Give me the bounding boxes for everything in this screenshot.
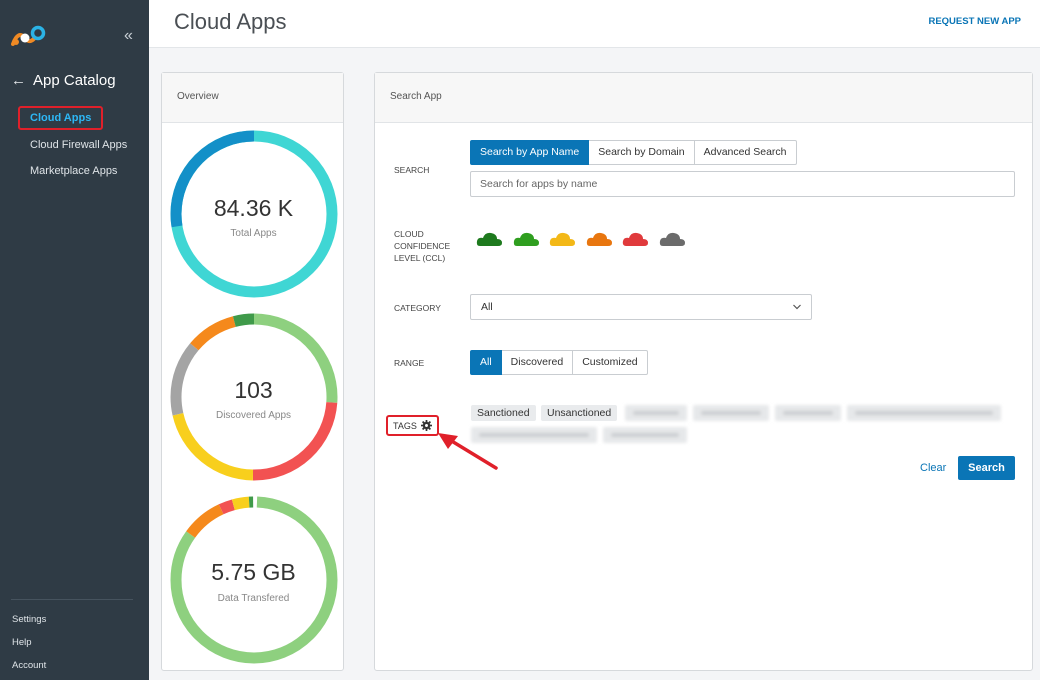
ccl-label-line-1: CLOUD: [394, 229, 424, 239]
page-title: Cloud Apps: [174, 9, 287, 34]
sidebar-item-cloud-firewall-apps[interactable]: Cloud Firewall Apps: [30, 139, 127, 151]
range-all-button[interactable]: All: [470, 350, 502, 375]
ccl-medium-cloud-icon[interactable]: [549, 231, 576, 249]
search-app-title: Search App: [375, 73, 1032, 123]
chevron-down-icon: [793, 304, 801, 310]
total-apps-value: 84.36 K: [213, 195, 294, 221]
category-select[interactable]: All: [470, 294, 812, 320]
overview-title: Overview: [162, 73, 343, 123]
ccl-label: CLOUD CONFIDENCE LEVEL (CCL): [394, 228, 450, 264]
sidebar-item-cloud-apps[interactable]: Cloud Apps: [18, 106, 104, 130]
ccl-cloud-filters: [476, 231, 696, 249]
app-catalog-title: App Catalog: [33, 72, 116, 89]
page-header: Cloud Apps REQUEST NEW APP: [149, 0, 1040, 48]
sidebar-item-marketplace-apps[interactable]: Marketplace Apps: [30, 165, 117, 177]
ccl-low-cloud-icon[interactable]: [586, 231, 613, 249]
tab-advanced-search[interactable]: Advanced Search: [694, 140, 797, 165]
search-app-panel: Search App SEARCH Search by App Name Sea…: [374, 72, 1033, 671]
app-name-search-input[interactable]: [470, 171, 1015, 197]
range-label: RANGE: [394, 358, 425, 368]
data-transfered-label: Data Transfered: [217, 593, 290, 604]
search-label: SEARCH: [394, 165, 430, 175]
tag-sanctioned[interactable]: Sanctioned: [471, 405, 536, 421]
overview-panel: Overview 84.36 K Total Apps 103 Discover…: [161, 72, 344, 671]
search-mode-tabs: Search by App Name Search by Domain Adva…: [470, 140, 797, 165]
tag-redacted[interactable]: [693, 405, 769, 421]
range-options: All Discovered Customized: [470, 350, 648, 375]
tag-redacted[interactable]: [625, 405, 687, 421]
gear-icon[interactable]: [420, 420, 432, 431]
data-transfered-value: 5.75 GB: [211, 559, 296, 585]
netskope-logo[interactable]: [11, 24, 51, 48]
tag-unsanctioned[interactable]: Unsanctioned: [541, 405, 618, 421]
clear-link[interactable]: Clear: [920, 462, 946, 474]
ccl-excellent-cloud-icon[interactable]: [476, 231, 503, 249]
tags-label-text: TAGS: [393, 420, 417, 431]
discovered-apps-label: Discovered Apps: [215, 410, 292, 421]
tag-redacted[interactable]: [471, 427, 597, 443]
back-to-app-catalog[interactable]: ← App Catalog: [11, 72, 116, 89]
request-new-app-link[interactable]: REQUEST NEW APP: [928, 16, 1021, 27]
sidebar-item-help[interactable]: Help: [12, 637, 32, 648]
search-button[interactable]: Search: [958, 456, 1015, 480]
category-selected-value: All: [481, 301, 493, 313]
tag-redacted[interactable]: [775, 405, 841, 421]
discovered-apps-value: 103: [234, 377, 273, 403]
ccl-unknown-cloud-icon[interactable]: [659, 231, 686, 249]
range-discovered-button[interactable]: Discovered: [501, 350, 574, 375]
back-arrow-icon: ←: [11, 72, 26, 89]
total-apps-label: Total Apps: [230, 228, 277, 239]
sidebar: « ← App Catalog Cloud Apps Cloud Firewal…: [0, 0, 149, 680]
sidebar-item-account[interactable]: Account: [12, 660, 46, 671]
ccl-poor-cloud-icon[interactable]: [622, 231, 649, 249]
tab-search-by-domain[interactable]: Search by Domain: [589, 140, 695, 165]
collapse-sidebar-icon[interactable]: «: [124, 27, 133, 45]
tags-label[interactable]: TAGS: [386, 415, 439, 436]
ccl-high-cloud-icon[interactable]: [513, 231, 540, 249]
tag-redacted[interactable]: [603, 427, 687, 443]
tag-redacted[interactable]: [847, 405, 1001, 421]
tab-search-by-app-name[interactable]: Search by App Name: [470, 140, 590, 165]
range-customized-button[interactable]: Customized: [573, 350, 648, 375]
sidebar-divider: [11, 599, 133, 600]
ccl-label-line-3: LEVEL (CCL): [394, 253, 446, 263]
category-label: CATEGORY: [394, 303, 441, 313]
sidebar-item-settings[interactable]: Settings: [12, 614, 46, 625]
ccl-label-line-2: CONFIDENCE: [394, 241, 451, 251]
